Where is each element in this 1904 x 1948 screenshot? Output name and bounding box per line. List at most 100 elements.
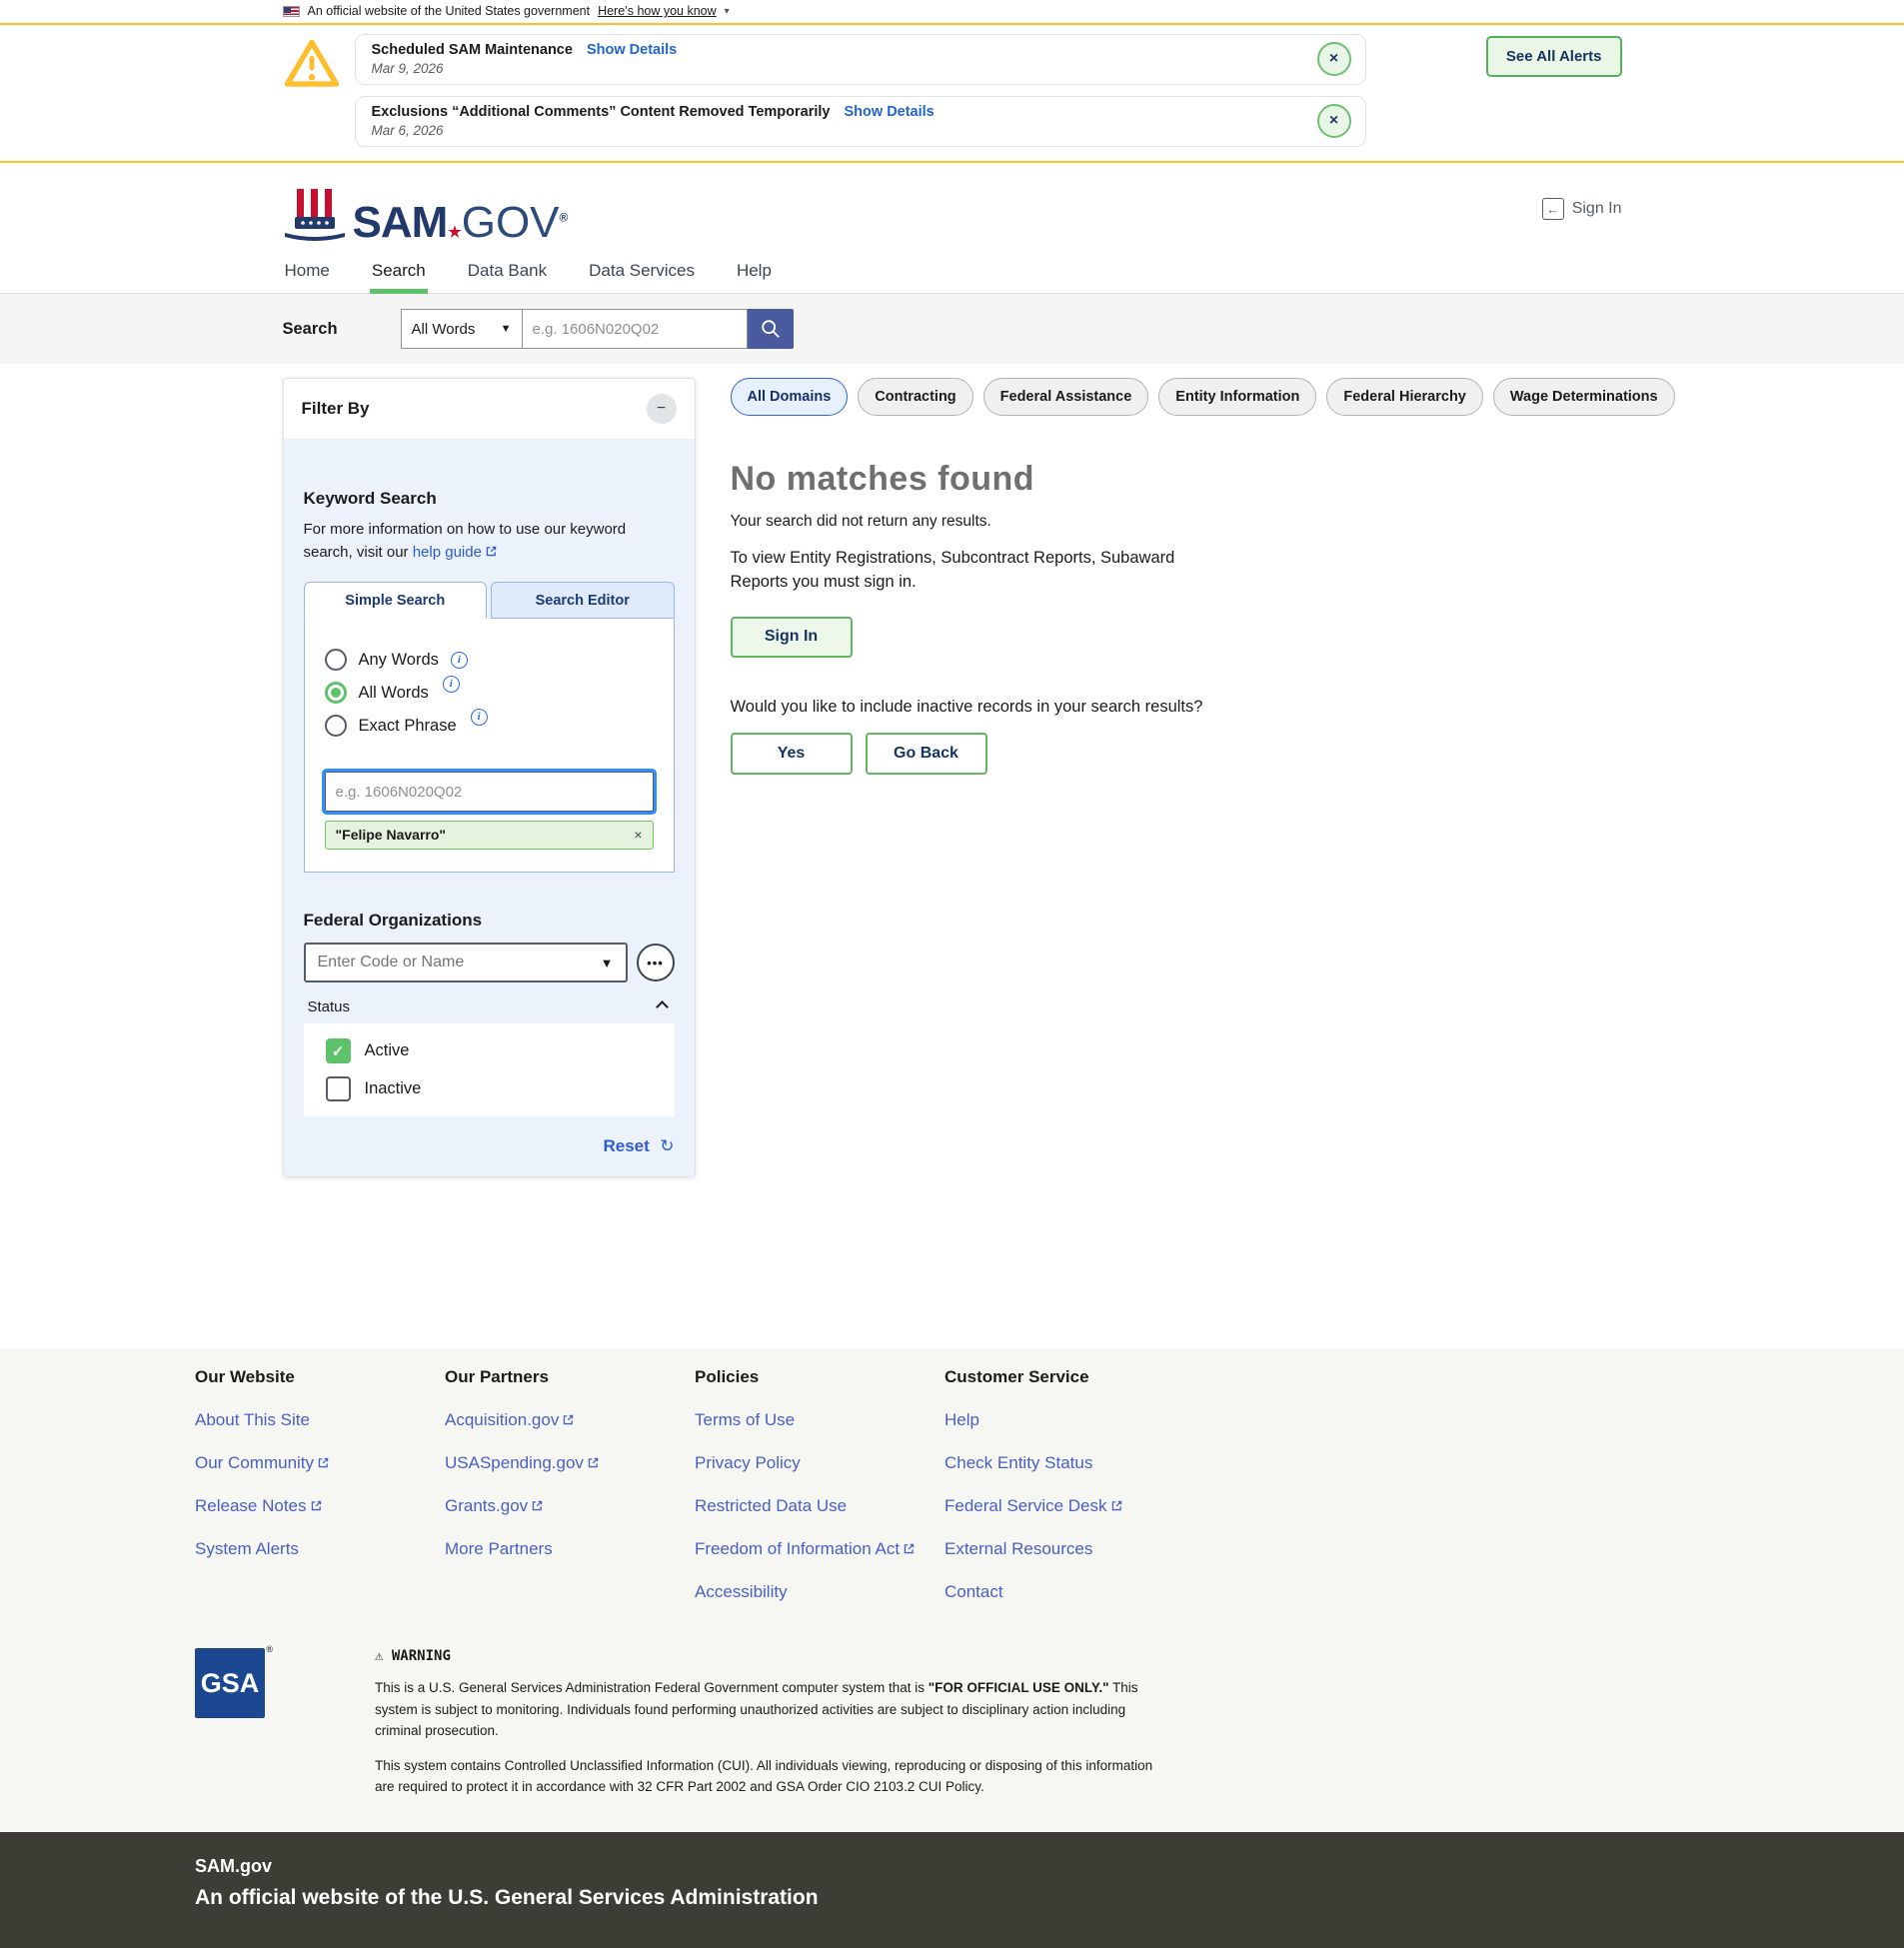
main-content: Filter By − Keyword Search For more info… <box>0 364 1904 1349</box>
footer-link: Terms of Use <box>695 1410 945 1430</box>
go-back-button[interactable]: Go Back <box>866 733 987 775</box>
radio-button-checked-icon[interactable] <box>325 682 347 704</box>
alert-item-exclusions: Exclusions “Additional Comments” Content… <box>355 96 1366 147</box>
tab-search-editor[interactable]: Search Editor <box>491 582 675 619</box>
footer-heading: Policies <box>695 1367 945 1387</box>
logo-sam-text: SAM <box>353 198 448 247</box>
nav-item-data-services[interactable]: Data Services <box>587 255 697 293</box>
checkbox-inactive[interactable]: Inactive <box>326 1076 675 1101</box>
footer-link: System Alerts <box>195 1539 445 1559</box>
help-guide-link[interactable]: help guide <box>413 544 498 561</box>
chip-label: "Felipe Navarro" <box>336 827 447 843</box>
sign-in-link[interactable]: ← Sign In <box>1542 198 1622 220</box>
nav-item-data-bank[interactable]: Data Bank <box>466 255 549 293</box>
pill-federal-hierarchy[interactable]: Federal Hierarchy <box>1326 378 1483 416</box>
yes-button[interactable]: Yes <box>731 733 853 775</box>
nav-item-help[interactable]: Help <box>735 255 774 293</box>
external-link-icon <box>531 1499 544 1512</box>
usa-gov-banner: An official website of the United States… <box>0 0 1904 25</box>
external-link-icon <box>485 545 498 558</box>
tab-simple-search[interactable]: Simple Search <box>304 582 488 619</box>
keyword-chip-felipe-navarro: "Felipe Navarro" × <box>325 821 654 850</box>
alert-show-details-link[interactable]: Show Details <box>587 42 677 58</box>
alert-close-button[interactable]: × <box>1317 104 1351 138</box>
nav-item-search[interactable]: Search <box>370 255 428 293</box>
warning-icon: ⚠ <box>375 1648 383 1664</box>
keyword-search-input[interactable] <box>325 772 654 812</box>
checkbox-checked-icon[interactable]: ✓ <box>326 1038 351 1063</box>
footer-link: Our Community <box>195 1453 445 1473</box>
keyword-search-heading: Keyword Search <box>304 489 675 509</box>
include-inactive-question: Would you like to include inactive recor… <box>731 698 1675 717</box>
info-icon[interactable]: i <box>471 709 488 726</box>
sam-gov-logo[interactable]: SAM★GOV® <box>283 187 568 245</box>
banner-how-you-know-link[interactable]: Here’s how you know <box>598 4 717 18</box>
checkbox-active[interactable]: ✓ Active <box>326 1038 675 1063</box>
radio-button-icon[interactable] <box>325 715 347 737</box>
federal-organizations-heading: Federal Organizations <box>304 911 675 931</box>
footer-link: Federal Service Desk <box>945 1496 1194 1516</box>
external-link-icon <box>310 1499 323 1512</box>
footer-link: USASpending.gov <box>445 1453 695 1473</box>
reset-filters-link[interactable]: Reset <box>603 1136 649 1155</box>
close-icon: × <box>1329 50 1338 68</box>
warning-paragraph-2: This system contains Controlled Unclassi… <box>375 1755 1174 1798</box>
search-mode-value: All Words <box>412 321 476 338</box>
alert-show-details-link[interactable]: Show Details <box>845 104 935 120</box>
footer-link: Acquisition.gov <box>445 1410 695 1430</box>
footer-link: Help <box>945 1410 1194 1430</box>
checkbox-unchecked-icon[interactable] <box>326 1076 351 1101</box>
nav-item-home[interactable]: Home <box>283 255 332 293</box>
alert-item-maintenance: Scheduled SAM Maintenance Show Details M… <box>355 34 1366 85</box>
filter-collapse-button[interactable]: − <box>647 394 677 424</box>
status-checkbox-group: ✓ Active Inactive <box>304 1023 675 1116</box>
chevron-up-icon[interactable] <box>656 1000 669 1013</box>
external-link-icon <box>1110 1499 1123 1512</box>
footer-link: Privacy Policy <box>695 1453 945 1473</box>
alert-title: Exclusions “Additional Comments” Content… <box>372 104 831 120</box>
search-icon <box>760 318 782 340</box>
radio-exact-phrase[interactable]: Exact Phrase i <box>325 715 654 737</box>
banner-text: An official website of the United States… <box>308 4 591 18</box>
uncle-sam-hat-icon <box>283 187 347 245</box>
pill-entity-information[interactable]: Entity Information <box>1158 378 1316 416</box>
pill-federal-assistance[interactable]: Federal Assistance <box>983 378 1149 416</box>
footer-link: Freedom of Information Act <box>695 1539 945 1559</box>
search-mode-select[interactable]: All Words ▼ <box>401 309 523 349</box>
results-sign-in-button[interactable]: Sign In <box>731 617 853 658</box>
chip-remove-icon[interactable]: × <box>634 827 642 843</box>
close-icon: × <box>1329 112 1338 130</box>
system-warning-block: ⚠ WARNING This is a U.S. General Service… <box>375 1648 1174 1798</box>
footer-agency-line: An official website of the U.S. General … <box>195 1886 1904 1910</box>
keyword-tabs: Simple Search Search Editor <box>304 582 675 619</box>
quick-search-input[interactable] <box>523 309 748 349</box>
search-results-area: All Domains Contracting Federal Assistan… <box>731 378 1675 775</box>
pill-wage-determinations[interactable]: Wage Determinations <box>1493 378 1675 416</box>
external-link-icon <box>587 1456 600 1469</box>
site-header: SAM★GOV® ← Sign In <box>0 163 1904 255</box>
radio-all-words[interactable]: All Words i <box>325 682 654 704</box>
search-submit-button[interactable] <box>748 309 794 349</box>
radio-button-icon[interactable] <box>325 649 347 671</box>
alert-date: Mar 9, 2026 <box>372 61 678 76</box>
footer-link: Restricted Data Use <box>695 1496 945 1516</box>
federal-org-more-button[interactable]: ••• <box>637 944 675 981</box>
radio-any-words[interactable]: Any Words i <box>325 649 654 671</box>
warning-triangle-icon <box>283 36 341 94</box>
chevron-down-icon: ▾ <box>725 6 730 17</box>
pill-contracting[interactable]: Contracting <box>858 378 972 416</box>
info-icon[interactable]: i <box>443 676 460 693</box>
sign-in-icon: ← <box>1542 198 1564 220</box>
footer-column-policies: Policies Terms of Use Privacy Policy Res… <box>695 1367 945 1602</box>
pill-all-domains[interactable]: All Domains <box>731 378 849 416</box>
alert-title: Scheduled SAM Maintenance <box>372 42 573 58</box>
info-icon[interactable]: i <box>451 652 468 669</box>
reset-refresh-icon[interactable]: ↻ <box>660 1136 674 1155</box>
gsa-logo: GSA ® <box>195 1648 265 1718</box>
alert-close-button[interactable]: × <box>1317 42 1351 76</box>
federal-org-select[interactable]: Enter Code or Name ▼ <box>304 943 628 982</box>
warning-paragraph-1: This is a U.S. General Services Administ… <box>375 1677 1174 1742</box>
main-navigation: Home Search Data Bank Data Services Help <box>0 255 1904 294</box>
us-flag-icon <box>283 6 300 17</box>
see-all-alerts-button[interactable]: See All Alerts <box>1486 36 1622 77</box>
